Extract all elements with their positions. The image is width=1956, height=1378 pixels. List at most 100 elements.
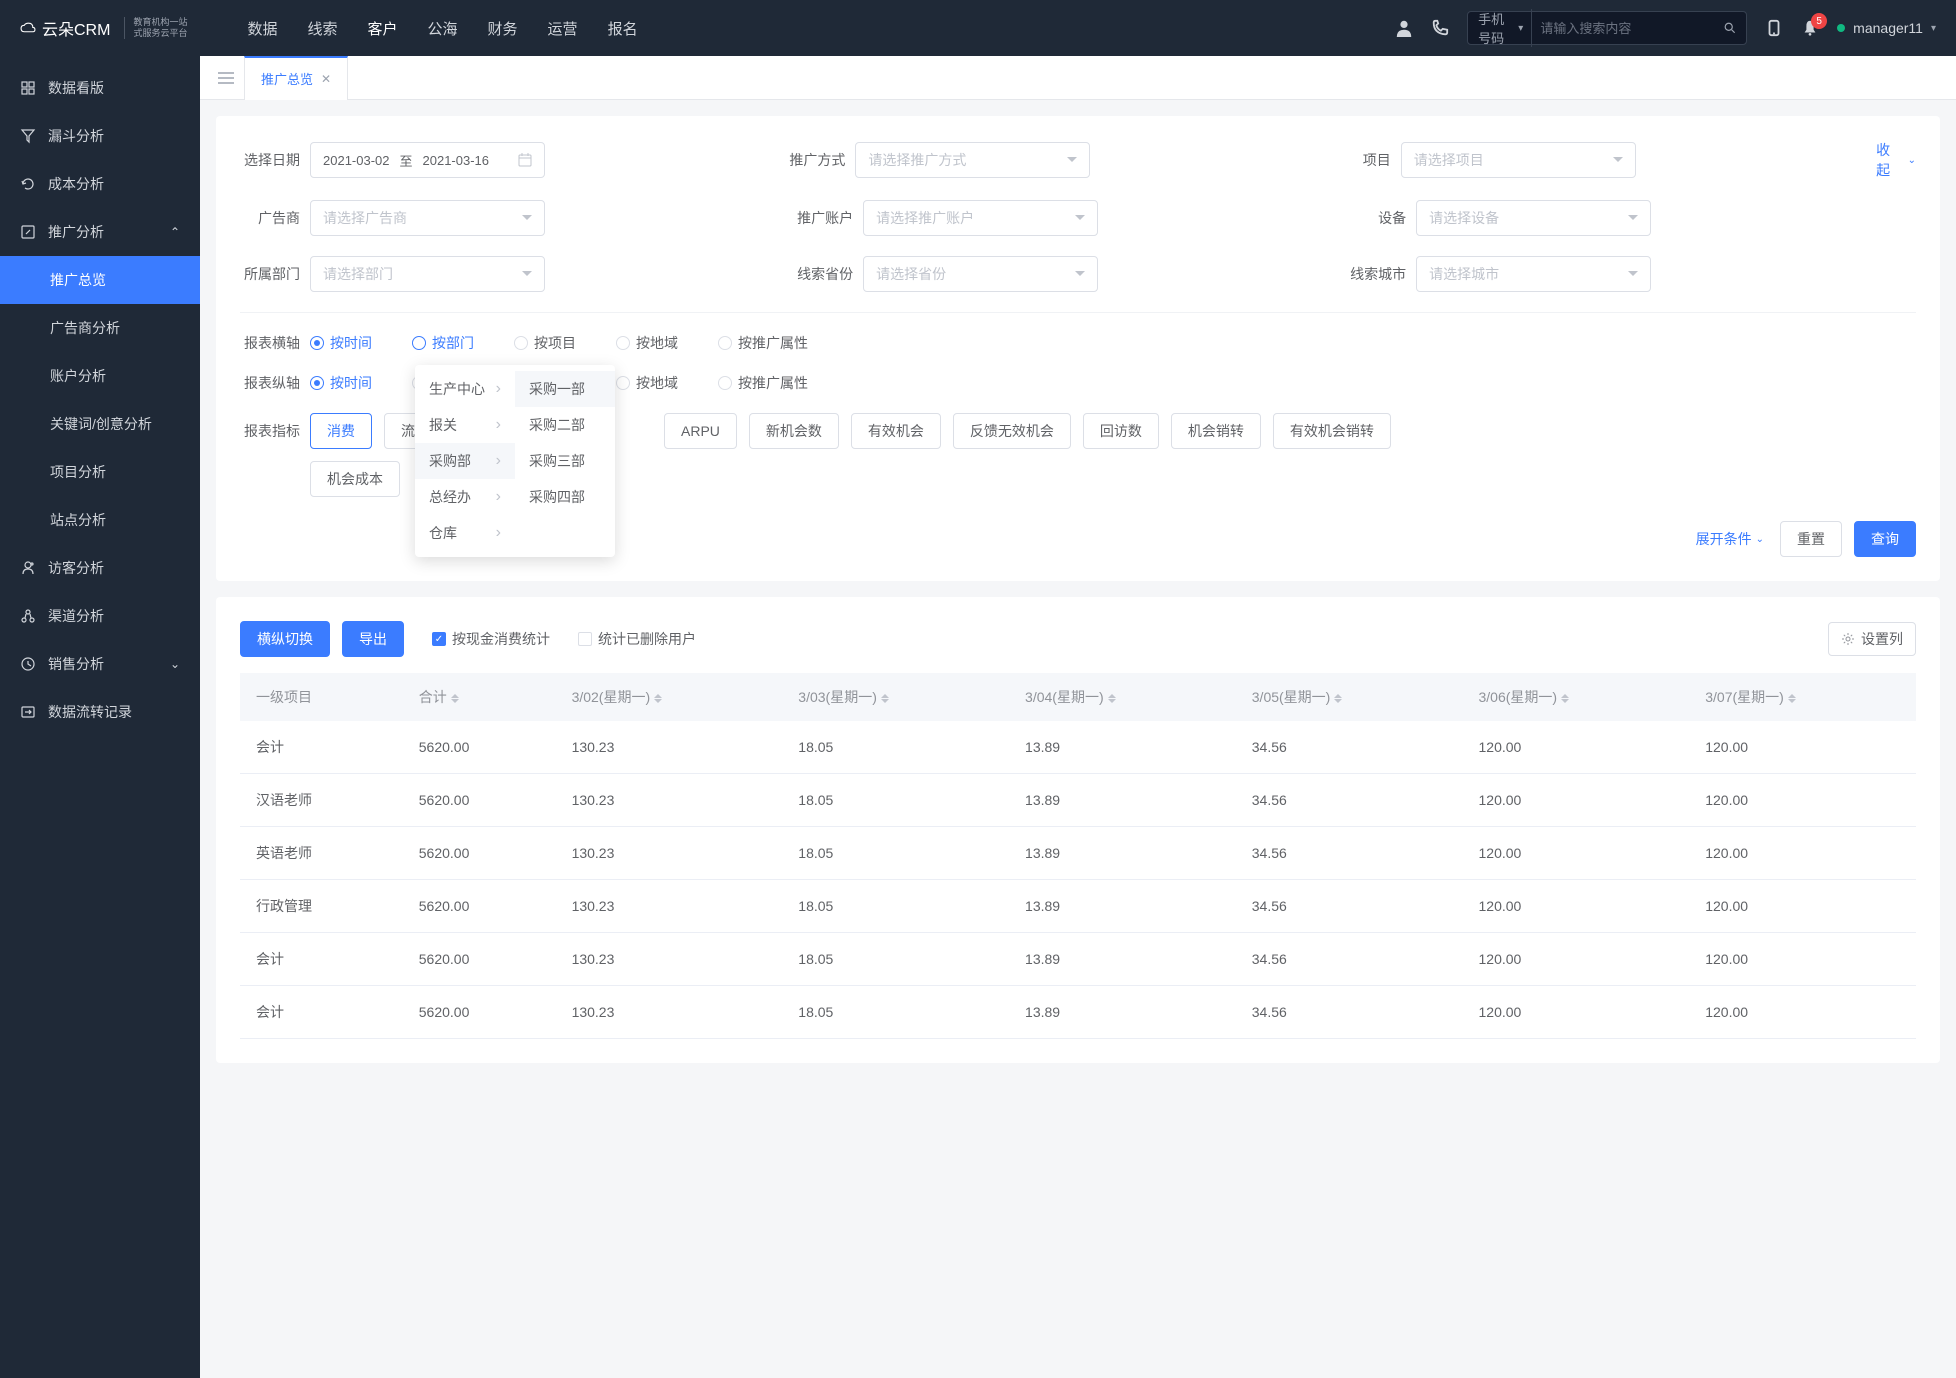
col-header-7[interactable]: 3/07(星期一): [1689, 673, 1916, 721]
province-select[interactable]: 请选择省份: [863, 256, 1098, 292]
tab-promotion-overview[interactable]: 推广总览 ✕: [244, 56, 348, 100]
main-nav: 数据 线索 客户 公海 财务 运营 报名: [247, 18, 637, 39]
sidebar-item-2[interactable]: 成本分析: [0, 160, 200, 208]
dropdown-col1-item-4[interactable]: 仓库: [415, 515, 515, 551]
h-axis-radio-0[interactable]: 按时间: [310, 333, 372, 353]
sidebar-subitem-3-1[interactable]: 广告商分析: [0, 304, 200, 352]
user-menu[interactable]: manager11 ▾: [1837, 20, 1936, 36]
metric-btn-2[interactable]: ARPU: [664, 413, 737, 449]
sidebar-subitem-3-0[interactable]: 推广总览: [0, 256, 200, 304]
sidebar-item-4[interactable]: 访客分析: [0, 544, 200, 592]
dropdown-col2-item-2[interactable]: 采购三部: [515, 443, 615, 479]
v-axis-radio-0[interactable]: 按时间: [310, 373, 372, 393]
sidebar-subitem-3-2[interactable]: 账户分析: [0, 352, 200, 400]
cell-5-4: 13.89: [1009, 986, 1236, 1039]
h-axis-radio-2[interactable]: 按项目: [514, 333, 576, 353]
sidebar-subitem-3-4[interactable]: 项目分析: [0, 448, 200, 496]
nav-item-3[interactable]: 公海: [428, 18, 458, 39]
col-header-3[interactable]: 3/03(星期一): [782, 673, 1009, 721]
nav-item-0[interactable]: 数据: [247, 18, 277, 39]
col-header-4[interactable]: 3/04(星期一): [1009, 673, 1236, 721]
dropdown-col1-item-2[interactable]: 采购部: [415, 443, 515, 479]
reset-button[interactable]: 重置: [1780, 521, 1842, 557]
metric-btn-8[interactable]: 有效机会销转: [1273, 413, 1391, 449]
h-axis-radio-1[interactable]: 按部门: [412, 333, 474, 353]
tab-label: 推广总览: [261, 69, 313, 88]
search-input[interactable]: [1532, 21, 1724, 36]
metric-btn-4[interactable]: 有效机会: [851, 413, 941, 449]
logo[interactable]: 云朵CRM 教育机构一站式服务云平台: [20, 16, 187, 40]
col-header-5[interactable]: 3/05(星期一): [1236, 673, 1463, 721]
nav-item-4[interactable]: 财务: [488, 18, 518, 39]
status-dot: [1837, 24, 1845, 32]
sidebar-subitem-3-3[interactable]: 关键词/创意分析: [0, 400, 200, 448]
metric-btn-0[interactable]: 消费: [310, 413, 372, 449]
date-picker[interactable]: 2021-03-02 至 2021-03-16: [310, 142, 545, 178]
user-icon[interactable]: [1395, 19, 1413, 37]
sidebar-item-0[interactable]: 数据看版: [0, 64, 200, 112]
close-icon[interactable]: ✕: [321, 72, 331, 86]
dropdown-col2-item-3[interactable]: 采购四部: [515, 479, 615, 515]
deleted-checkbox[interactable]: 统计已删除用户: [578, 629, 696, 649]
metric-btn-3[interactable]: 新机会数: [749, 413, 839, 449]
dropdown-col2-item-0[interactable]: 采购一部: [515, 371, 615, 407]
nav-item-2[interactable]: 客户: [368, 18, 398, 39]
export-button[interactable]: 导出: [342, 621, 404, 657]
collapse-toggle[interactable]: 收起 ⌄: [1876, 140, 1916, 180]
col-header-2[interactable]: 3/02(星期一): [556, 673, 783, 721]
dropdown-col2-item-1[interactable]: 采购二部: [515, 407, 615, 443]
cell-0-5: 34.56: [1236, 721, 1463, 774]
nav-item-5[interactable]: 运营: [548, 18, 578, 39]
cash-checkbox[interactable]: ✓按现金消费统计: [432, 629, 550, 649]
mobile-icon[interactable]: [1765, 19, 1783, 37]
search-icon[interactable]: [1724, 20, 1736, 36]
columns-button[interactable]: 设置列: [1828, 622, 1916, 656]
bell-icon[interactable]: 5: [1801, 19, 1819, 37]
search-box[interactable]: 手机号码 ▾: [1467, 11, 1747, 45]
cell-0-7: 120.00: [1689, 721, 1916, 774]
sidebar-item-7[interactable]: 数据流转记录: [0, 688, 200, 736]
col-header-1[interactable]: 合计: [403, 673, 556, 721]
col-header-0[interactable]: 一级项目: [240, 673, 403, 721]
sidebar-item-1[interactable]: 漏斗分析: [0, 112, 200, 160]
h-axis-label: 报表横轴: [240, 333, 310, 353]
menu-toggle[interactable]: [208, 56, 244, 100]
nav-item-1[interactable]: 线索: [307, 18, 337, 39]
content: 推广总览 ✕ 选择日期 2021-03-02 至 2021-03-16 推广方式: [200, 56, 1956, 1378]
method-select[interactable]: 请选择推广方式: [855, 142, 1090, 178]
device-select[interactable]: 请选择设备: [1416, 200, 1651, 236]
phone-icon[interactable]: [1431, 19, 1449, 37]
h-axis-radio-3[interactable]: 按地域: [616, 333, 678, 353]
swap-button[interactable]: 横纵切换: [240, 621, 330, 657]
expand-conditions[interactable]: 展开条件 ⌄: [1696, 529, 1764, 549]
sort-icon: [1334, 690, 1342, 707]
metric-btn-6[interactable]: 回访数: [1083, 413, 1159, 449]
nav-item-6[interactable]: 报名: [608, 18, 638, 39]
sidebar-subitem-3-5[interactable]: 站点分析: [0, 496, 200, 544]
dropdown-col1-item-3[interactable]: 总经办: [415, 479, 515, 515]
v-axis-radio-3[interactable]: 按地域: [616, 373, 678, 393]
sidebar-item-3[interactable]: 推广分析⌃: [0, 208, 200, 256]
sidebar-item-6[interactable]: 销售分析⌄: [0, 640, 200, 688]
sort-icon: [1788, 690, 1796, 707]
h-axis-radio-4[interactable]: 按推广属性: [718, 333, 808, 353]
sidebar-item-5[interactable]: 渠道分析: [0, 592, 200, 640]
project-select[interactable]: 请选择项目: [1401, 142, 1636, 178]
cell-2-1: 5620.00: [403, 827, 556, 880]
v-axis-radio-4[interactable]: 按推广属性: [718, 373, 808, 393]
cell-3-0: 行政管理: [240, 880, 403, 933]
col-header-6[interactable]: 3/06(星期一): [1463, 673, 1690, 721]
account-select[interactable]: 请选择推广账户: [863, 200, 1098, 236]
dept-select[interactable]: 请选择部门: [310, 256, 545, 292]
dropdown-col1-item-0[interactable]: 生产中心: [415, 371, 515, 407]
search-prefix[interactable]: 手机号码 ▾: [1478, 9, 1532, 47]
city-select[interactable]: 请选择城市: [1416, 256, 1651, 292]
tab-bar: 推广总览 ✕: [200, 56, 1956, 100]
advertiser-select[interactable]: 请选择广告商: [310, 200, 545, 236]
cell-3-7: 120.00: [1689, 880, 1916, 933]
metric-btn-5[interactable]: 反馈无效机会: [953, 413, 1071, 449]
query-button[interactable]: 查询: [1854, 521, 1916, 557]
metric-btn-7[interactable]: 机会销转: [1171, 413, 1261, 449]
metric-btn-9[interactable]: 机会成本: [310, 461, 400, 497]
dropdown-col1-item-1[interactable]: 报关: [415, 407, 515, 443]
